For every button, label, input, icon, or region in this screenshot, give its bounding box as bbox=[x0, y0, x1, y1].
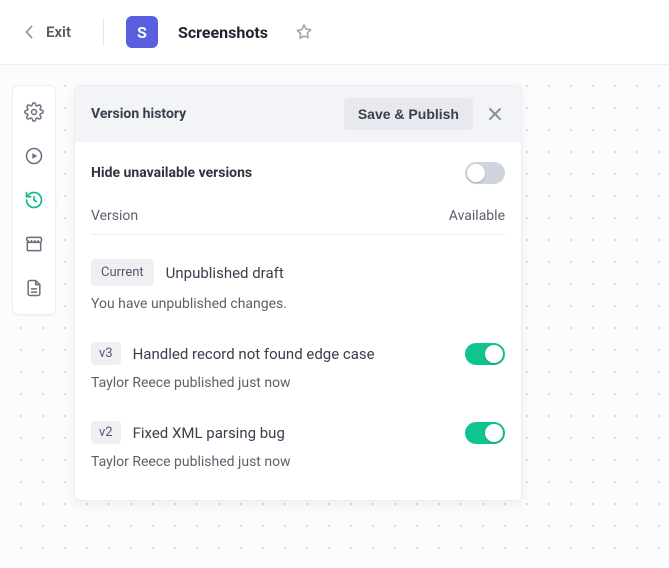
exit-button[interactable]: Exit bbox=[24, 23, 71, 41]
hide-unavailable-row: Hide unavailable versions bbox=[91, 162, 505, 184]
tool-marketplace[interactable] bbox=[14, 222, 54, 266]
version-title: Unpublished draft bbox=[166, 264, 284, 282]
version-title: Fixed XML parsing bug bbox=[133, 424, 285, 442]
panel-body: Hide unavailable versions Version Availa… bbox=[75, 142, 521, 500]
version-title: Handled record not found edge case bbox=[133, 345, 375, 363]
divider bbox=[103, 18, 104, 46]
exit-label: Exit bbox=[46, 23, 71, 41]
version-row[interactable]: v2 Fixed XML parsing bug Taylor Reece pu… bbox=[91, 421, 505, 470]
version-meta: Taylor Reece published just now bbox=[91, 375, 505, 391]
star-icon bbox=[294, 22, 314, 42]
tool-history[interactable] bbox=[14, 178, 54, 222]
chevron-left-icon bbox=[24, 25, 34, 39]
version-meta: Taylor Reece published just now bbox=[91, 454, 505, 470]
version-badge: v2 bbox=[91, 421, 121, 444]
version-row[interactable]: Current Unpublished draft You have unpub… bbox=[91, 259, 505, 312]
tool-run[interactable] bbox=[14, 134, 54, 178]
storefront-icon bbox=[24, 234, 44, 254]
hide-unavailable-toggle[interactable] bbox=[465, 162, 505, 184]
available-toggle[interactable] bbox=[465, 343, 505, 365]
panel-caret bbox=[55, 197, 62, 209]
left-toolbar bbox=[12, 85, 56, 315]
app-icon: S bbox=[126, 16, 158, 48]
panel-title: Version history bbox=[91, 106, 186, 122]
play-circle-icon bbox=[24, 146, 44, 166]
column-version: Version bbox=[91, 208, 138, 224]
close-icon bbox=[487, 106, 503, 122]
toggle-knob bbox=[485, 345, 503, 363]
column-available: Available bbox=[449, 208, 505, 224]
version-row[interactable]: v3 Handled record not found edge case Ta… bbox=[91, 342, 505, 391]
available-toggle[interactable] bbox=[465, 422, 505, 444]
version-badge: Current bbox=[91, 259, 154, 286]
version-meta: You have unpublished changes. bbox=[91, 296, 505, 312]
toggle-knob bbox=[485, 424, 503, 442]
history-icon bbox=[24, 190, 44, 210]
tool-settings[interactable] bbox=[14, 90, 54, 134]
gear-icon bbox=[24, 102, 44, 122]
version-history-panel: Version history Save & Publish Hide unav… bbox=[74, 85, 522, 501]
save-publish-button[interactable]: Save & Publish bbox=[344, 98, 473, 130]
toggle-knob bbox=[467, 164, 485, 182]
canvas: Version history Save & Publish Hide unav… bbox=[0, 64, 669, 568]
favorite-button[interactable] bbox=[294, 22, 314, 42]
panel-header-actions: Save & Publish bbox=[344, 98, 505, 130]
document-icon bbox=[24, 278, 44, 298]
version-badge: v3 bbox=[91, 342, 121, 365]
tool-docs[interactable] bbox=[14, 266, 54, 310]
panel-header: Version history Save & Publish bbox=[75, 86, 521, 142]
table-header: Version Available bbox=[91, 208, 505, 235]
hide-unavailable-label: Hide unavailable versions bbox=[91, 165, 252, 181]
page-title: Screenshots bbox=[178, 23, 268, 42]
close-button[interactable] bbox=[485, 104, 505, 124]
topbar: Exit S Screenshots bbox=[0, 0, 669, 64]
app-initial: S bbox=[137, 23, 147, 42]
